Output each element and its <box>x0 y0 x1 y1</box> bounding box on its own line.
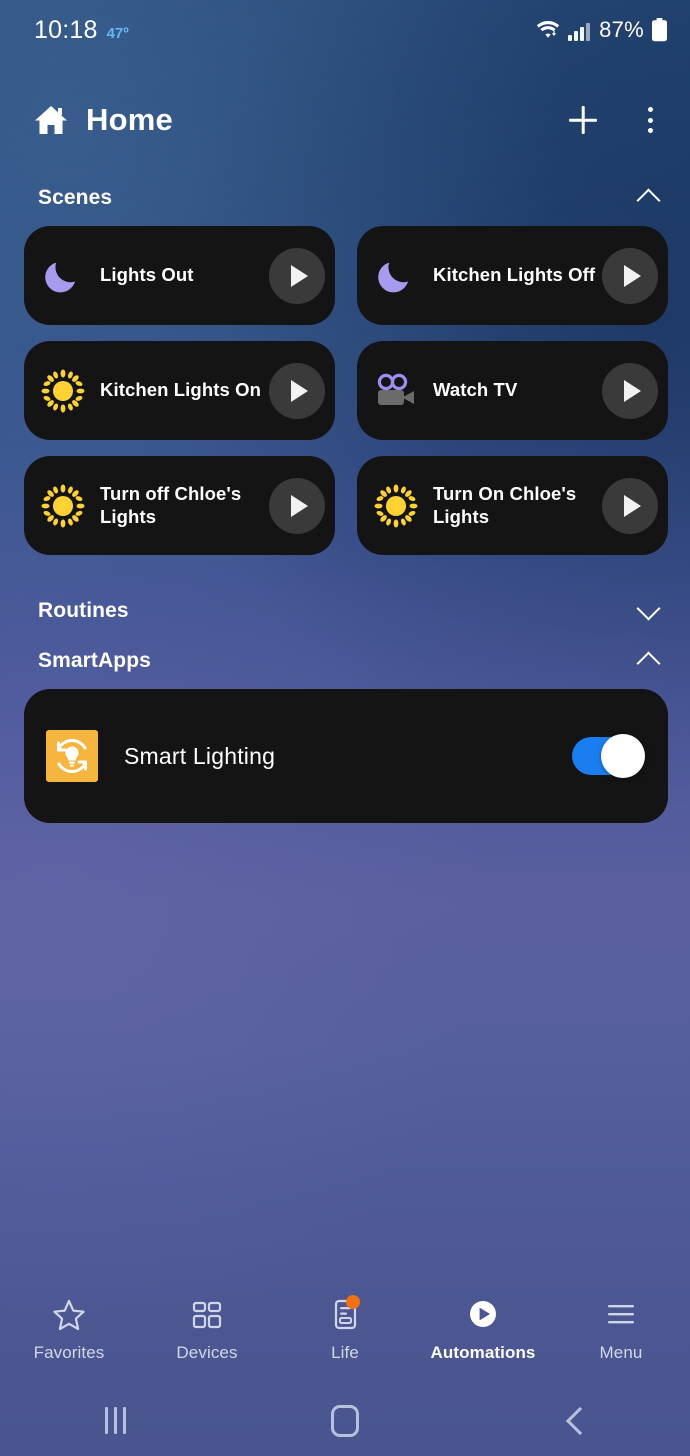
section-header-smartapps[interactable]: SmartApps <box>0 639 690 683</box>
hamburger-icon <box>603 1298 639 1332</box>
section-header-routines[interactable]: Routines <box>0 589 690 633</box>
back-icon <box>563 1409 587 1433</box>
scenes-grid: Lights Out Kitchen Lights Off Kitchen Li… <box>0 220 690 555</box>
section-title-scenes: Scenes <box>38 186 113 209</box>
more-dot <box>647 107 653 112</box>
play-icon <box>623 494 641 517</box>
status-bar-temperature: 47º <box>106 24 129 42</box>
play-icon <box>290 494 308 517</box>
scene-icon <box>40 368 86 414</box>
smartapp-name: Smart Lighting <box>124 742 276 769</box>
scene-card[interactable]: Lights Out <box>24 226 335 325</box>
battery-percent-label: 87% <box>599 17 644 42</box>
system-navigation-bar <box>0 1385 690 1456</box>
moon-icon <box>42 255 84 297</box>
scene-card[interactable]: Watch TV <box>357 341 668 440</box>
bottom-navigation: Favorites Devices Life Automations Menu <box>0 1275 690 1385</box>
more-options-button[interactable] <box>632 99 668 141</box>
nav-label: Favorites <box>33 1342 105 1362</box>
nav-item-devices[interactable]: Devices <box>138 1298 276 1363</box>
recents-button[interactable] <box>0 1407 230 1434</box>
scene-icon <box>40 253 86 299</box>
add-button[interactable] <box>562 99 604 141</box>
section-header-scenes[interactable]: Scenes <box>0 176 690 220</box>
chevron-up-icon[interactable] <box>634 183 664 213</box>
document-icon <box>327 1294 363 1332</box>
scene-card[interactable]: Kitchen Lights On <box>24 341 335 440</box>
scene-icon <box>373 253 419 299</box>
nav-item-automations[interactable]: Automations <box>414 1298 552 1363</box>
nav-label: Menu <box>599 1342 643 1362</box>
section-title-smartapps: SmartApps <box>38 649 151 672</box>
nav-label: Life <box>331 1342 359 1362</box>
play-icon <box>290 264 308 287</box>
scene-play-button[interactable] <box>269 362 325 419</box>
star-icon <box>51 1298 87 1332</box>
status-bar-clock: 10:18 <box>34 15 98 44</box>
nav-label: Automations <box>430 1342 536 1362</box>
scene-name: Turn On Chloe's Lights <box>433 483 577 527</box>
play-icon <box>290 379 308 402</box>
more-dot <box>647 128 653 133</box>
scene-name: Lights Out <box>100 264 194 286</box>
toggle-knob <box>601 734 645 778</box>
status-bar-right: 87% <box>535 17 668 43</box>
nav-item-menu[interactable]: Menu <box>552 1298 690 1363</box>
scene-play-button[interactable] <box>269 247 325 304</box>
scene-card[interactable]: Turn off Chloe's Lights <box>24 456 335 555</box>
smartapps-list: Smart Lighting <box>0 683 690 823</box>
video-camera-icon <box>373 371 419 411</box>
scene-play-button[interactable] <box>269 477 325 534</box>
section-title-routines: Routines <box>38 599 129 622</box>
sun-icon <box>373 483 419 529</box>
home-button[interactable] <box>230 1404 460 1437</box>
app-bar-title-group: Home <box>34 102 173 138</box>
scene-icon <box>373 368 419 414</box>
chevron-up-icon[interactable] <box>634 646 664 676</box>
scene-play-button[interactable] <box>602 477 658 534</box>
back-button[interactable] <box>460 1409 690 1433</box>
scene-icon <box>373 483 419 529</box>
grid-icon <box>189 1298 225 1332</box>
nav-label: Devices <box>176 1342 238 1362</box>
chevron-down-icon[interactable] <box>634 596 664 626</box>
scene-name: Turn off Chloe's Lights <box>100 483 242 527</box>
notification-badge <box>346 1294 360 1309</box>
home-square-icon <box>331 1404 359 1437</box>
moon-icon <box>375 255 417 297</box>
recents-icon <box>104 1407 126 1434</box>
play-icon <box>623 264 641 287</box>
play-circle-icon <box>465 1298 501 1332</box>
app-bar: Home <box>0 80 690 160</box>
nav-item-favorites[interactable]: Favorites <box>0 1298 138 1363</box>
scene-play-button[interactable] <box>602 362 658 419</box>
scene-name: Watch TV <box>433 379 518 401</box>
scene-play-button[interactable] <box>602 247 658 304</box>
home-icon <box>34 104 68 136</box>
scene-card[interactable]: Kitchen Lights Off <box>357 226 668 325</box>
smartapp-toggle[interactable] <box>572 734 645 778</box>
status-bar-left: 10:18 47º <box>34 16 129 45</box>
battery-icon <box>651 18 668 42</box>
app-bar-actions <box>562 99 668 141</box>
cellular-signal-icon <box>568 19 592 41</box>
scene-name: Kitchen Lights Off <box>433 264 596 286</box>
sun-icon <box>40 368 86 414</box>
scene-name: Kitchen Lights On <box>100 379 262 401</box>
page-title: Home <box>86 102 173 137</box>
wifi-icon <box>535 19 561 41</box>
nav-item-life[interactable]: Life <box>276 1294 414 1363</box>
scene-card[interactable]: Turn On Chloe's Lights <box>357 456 668 555</box>
more-dot <box>647 117 653 123</box>
status-bar: 10:18 47º 87% <box>0 0 690 60</box>
smart-lighting-icon <box>46 730 98 782</box>
sun-icon <box>40 483 86 529</box>
play-icon <box>623 379 641 402</box>
scene-icon <box>40 483 86 529</box>
smartapp-row[interactable]: Smart Lighting <box>24 689 668 823</box>
